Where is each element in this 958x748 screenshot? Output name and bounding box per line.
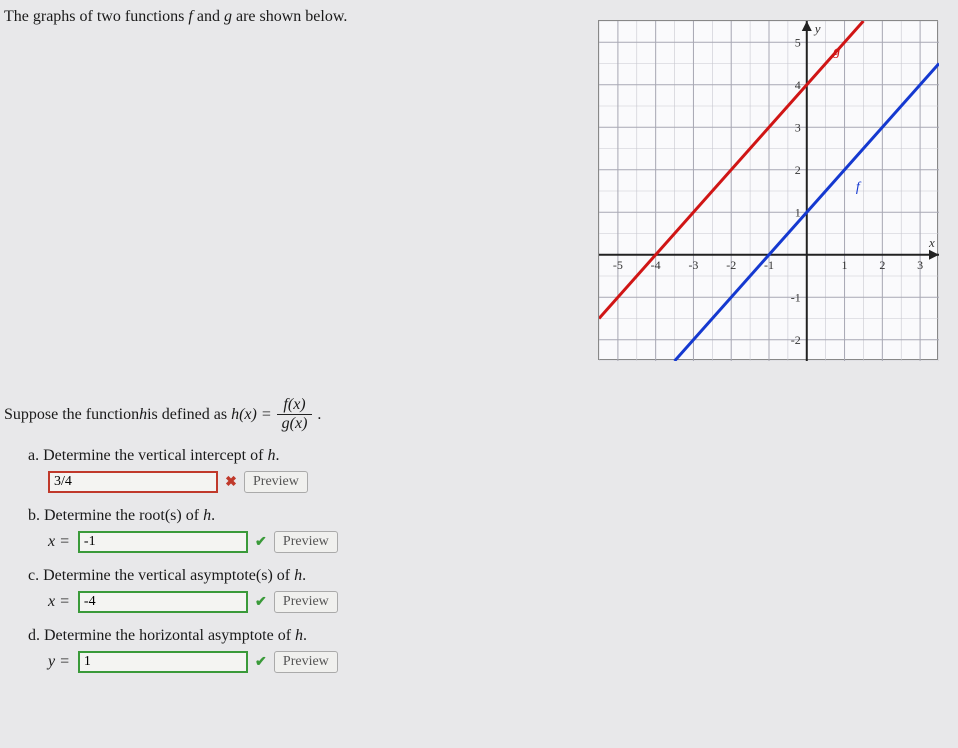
svg-text:1: 1 (795, 205, 801, 219)
intro-prefix: The graphs of two functions (4, 8, 188, 25)
qd-end: . (303, 627, 307, 644)
mark-right-icon: ✔ (254, 594, 268, 611)
intro-g: g (224, 8, 232, 25)
answer-row-d: y = ✔ Preview (48, 651, 958, 673)
answer-input-c[interactable] (78, 591, 248, 613)
svg-text:3: 3 (917, 258, 923, 272)
definition-line: Suppose the function h is defined as h(x… (4, 396, 958, 433)
qb-end: . (211, 507, 215, 524)
eq-prefix-c: x = (48, 593, 70, 611)
answer-input-b[interactable] (78, 531, 248, 553)
answer-input-a[interactable] (48, 471, 218, 493)
mark-wrong-icon: ✖ (224, 474, 238, 491)
question-d: d. Determine the horizontal asymptote of… (28, 627, 958, 645)
intro-mid: and (193, 8, 224, 25)
qd-fn: h (295, 627, 303, 644)
mark-right-icon: ✔ (254, 654, 268, 671)
preview-button[interactable]: Preview (274, 591, 338, 613)
preview-button[interactable]: Preview (274, 651, 338, 673)
svg-text:-1: -1 (791, 290, 801, 304)
question-b: b. Determine the root(s) of h. (28, 507, 958, 525)
graph-panel: -5-4-3-2-1123-2-112345xygf (598, 20, 938, 360)
answer-row-b: x = ✔ Preview (48, 531, 958, 553)
answer-row-a: ✖ Preview (48, 471, 958, 493)
question-a: a. Determine the vertical intercept of h… (28, 447, 958, 465)
preview-button[interactable]: Preview (244, 471, 308, 493)
svg-text:f: f (856, 180, 862, 195)
qd-label: d. Determine the horizontal asymptote of (28, 627, 295, 644)
def-den: g(x) (276, 415, 314, 433)
def-period: . (317, 406, 321, 424)
mark-right-icon: ✔ (254, 534, 268, 551)
svg-text:4: 4 (795, 78, 801, 92)
svg-text:-5: -5 (613, 258, 623, 272)
def-prefix: Suppose the function (4, 406, 139, 424)
svg-text:g: g (833, 44, 840, 59)
preview-button[interactable]: Preview (274, 531, 338, 553)
svg-text:y: y (813, 21, 821, 36)
svg-text:-2: -2 (791, 333, 801, 347)
qb-fn: h (203, 507, 211, 524)
intro-suffix: are shown below. (232, 8, 347, 25)
qa-end: . (275, 447, 279, 464)
function-graph: -5-4-3-2-1123-2-112345xygf (599, 21, 939, 361)
question-c: c. Determine the vertical asymptote(s) o… (28, 567, 958, 585)
svg-text:1: 1 (842, 258, 848, 272)
qb-label: b. Determine the root(s) of (28, 507, 203, 524)
answer-row-c: x = ✔ Preview (48, 591, 958, 613)
svg-text:5: 5 (795, 35, 801, 49)
eq-prefix-b: x = (48, 533, 70, 551)
qc-fn: h (294, 567, 302, 584)
svg-text:-3: -3 (688, 258, 698, 272)
svg-text:3: 3 (795, 120, 801, 134)
qa-label: a. Determine the vertical intercept of (28, 447, 267, 464)
svg-text:x: x (928, 235, 935, 250)
qc-label: c. Determine the vertical asymptote(s) o… (28, 567, 294, 584)
def-num: f(x) (277, 396, 311, 415)
svg-text:2: 2 (795, 163, 801, 177)
def-mid: is defined as (147, 406, 227, 424)
answer-input-d[interactable] (78, 651, 248, 673)
qc-end: . (302, 567, 306, 584)
def-fraction: f(x) g(x) (276, 396, 314, 433)
svg-text:-2: -2 (726, 258, 736, 272)
svg-text:2: 2 (879, 258, 885, 272)
def-lhs: h(x) = (231, 406, 272, 424)
def-h: h (139, 406, 147, 424)
eq-prefix-d: y = (48, 653, 70, 671)
